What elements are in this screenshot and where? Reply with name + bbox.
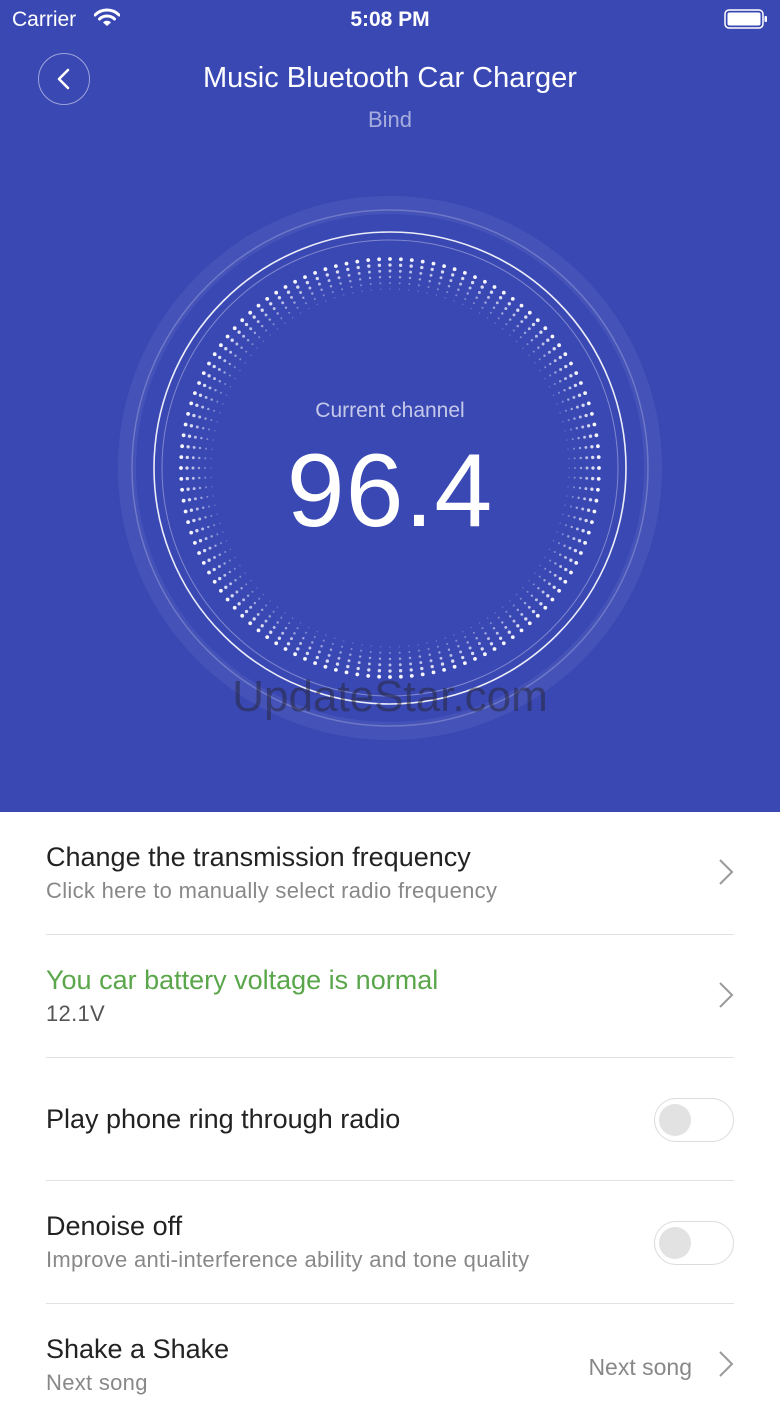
phone-ring-row: Play phone ring through radio — [46, 1058, 734, 1181]
row-title: Play phone ring through radio — [46, 1104, 401, 1134]
battery-voltage-value: 12.1V — [46, 1001, 105, 1026]
change-frequency-row[interactable]: Change the transmission frequency Click … — [46, 812, 734, 935]
row-subtitle: Improve anti-interference ability and to… — [46, 1247, 530, 1272]
chevron-right-icon — [719, 982, 734, 1008]
watermark: UpdateStar.com — [232, 672, 548, 721]
current-channel-value[interactable]: 96.4 — [0, 432, 780, 551]
toggle-knob — [659, 1227, 691, 1259]
row-subtitle: Next song — [46, 1370, 148, 1395]
phone-ring-toggle[interactable] — [654, 1098, 734, 1142]
denoise-toggle[interactable] — [654, 1221, 734, 1265]
row-subtitle: Click here to manually select radio freq… — [46, 878, 498, 903]
row-title: Shake a Shake — [46, 1334, 230, 1364]
shake-row[interactable]: Shake a Shake Next song Next song — [46, 1304, 734, 1426]
hero-panel: Carrier 5:08 PM Music Bluetooth Car Char… — [0, 0, 780, 812]
chevron-right-icon — [719, 859, 734, 885]
shake-action-value: Next song — [588, 1354, 692, 1380]
row-title: Change the transmission frequency — [46, 842, 471, 872]
denoise-row: Denoise off Improve anti-interference ab… — [46, 1181, 734, 1304]
settings-list: Change the transmission frequency Click … — [0, 812, 780, 1426]
current-channel-label: Current channel — [315, 399, 465, 422]
row-title: Denoise off — [46, 1211, 183, 1241]
toggle-knob — [659, 1104, 691, 1136]
battery-status-title: You car battery voltage is normal — [46, 965, 439, 995]
chevron-right-icon — [719, 1351, 734, 1377]
battery-voltage-row[interactable]: You car battery voltage is normal 12.1V — [46, 935, 734, 1058]
